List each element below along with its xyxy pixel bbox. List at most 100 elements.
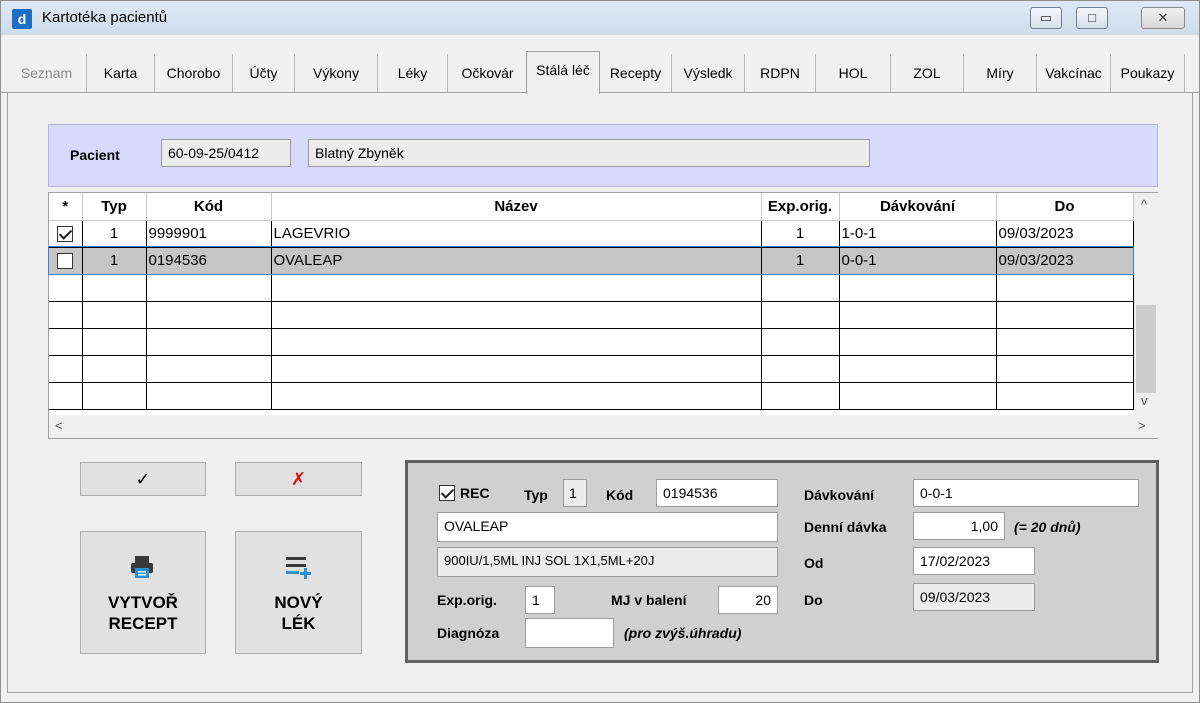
header-exp-orig[interactable]: Exp.orig. — [761, 193, 840, 221]
cell-typ[interactable]: 1 — [82, 220, 147, 248]
medication-grid: * Typ Kód Název Exp.orig. Dávkování Do 1… — [48, 192, 1158, 439]
tab-vysledky[interactable]: Výsledk — [672, 54, 745, 92]
minimize-button[interactable]: ▭ — [1030, 7, 1062, 29]
close-button[interactable]: ✕ — [1141, 7, 1185, 29]
diagnoza-field[interactable] — [525, 618, 614, 648]
cell-davkovani[interactable]: 1-0-1 — [839, 220, 997, 248]
denni-davka-label: Denní dávka — [804, 519, 887, 535]
cell-typ[interactable]: 1 — [82, 247, 147, 275]
tab-seznam[interactable]: Seznam — [7, 54, 87, 92]
scroll-down-icon[interactable]: v — [1141, 393, 1148, 408]
empty-row[interactable] — [49, 355, 1134, 383]
typ-field[interactable]: 1 — [563, 479, 587, 507]
header-nazev[interactable]: Název — [271, 193, 762, 221]
new-drug-button[interactable]: NOVÝ LÉK — [235, 531, 362, 654]
scroll-right-icon[interactable]: > — [1138, 418, 1146, 433]
mj-baleni-field[interactable]: 20 — [718, 586, 778, 614]
tab-karta[interactable]: Karta — [87, 54, 155, 92]
empty-row[interactable] — [49, 301, 1134, 329]
header-kod[interactable]: Kód — [146, 193, 272, 221]
kod-field[interactable]: 0194536 — [656, 479, 778, 507]
drug-name-field[interactable]: OVALEAP — [437, 512, 778, 542]
vertical-scrollbar[interactable]: ^ v — [1134, 193, 1158, 415]
davkovani-field[interactable]: 0-0-1 — [913, 479, 1139, 507]
tab-ockovani[interactable]: Očkovár — [448, 54, 528, 92]
kod-label: Kód — [606, 487, 634, 503]
cell-kod[interactable]: 0194536 — [146, 247, 272, 275]
medication-detail-panel: REC Typ 1 Kód 0194536 OVALEAP 900IU/1,5M… — [405, 460, 1159, 663]
table-row[interactable]: 1 9999901 LAGEVRIO 1 1-0-1 09/03/2023 — [49, 220, 1134, 248]
denni-davka-note: (= 20 dnů) — [1014, 519, 1081, 535]
patient-label: Pacient — [70, 147, 120, 163]
od-label: Od — [804, 555, 824, 571]
tab-vykony[interactable]: Výkony — [295, 54, 378, 92]
empty-row[interactable] — [49, 274, 1134, 302]
printer-icon — [131, 556, 153, 578]
empty-row[interactable] — [49, 382, 1134, 410]
table-header-row: * Typ Kód Název Exp.orig. Dávkování Do — [49, 193, 1134, 221]
row-checkbox-cell[interactable] — [49, 220, 83, 248]
checkmark-icon: ✓ — [135, 469, 151, 489]
tab-ucty[interactable]: Účty — [233, 54, 295, 92]
typ-label: Typ — [524, 487, 548, 503]
tab-rdpn[interactable]: RDPN — [745, 54, 816, 92]
minimize-icon: ▭ — [1039, 10, 1053, 25]
empty-row[interactable] — [49, 328, 1134, 356]
add-list-icon — [286, 557, 311, 579]
tab-hol[interactable]: HOL — [816, 54, 891, 92]
header-select[interactable]: * — [49, 193, 83, 221]
create-recipe-button[interactable]: VYTVOŘ RECEPT — [80, 531, 206, 654]
tab-stala-lecba[interactable]: Stálá léč — [526, 51, 600, 94]
scroll-up-icon[interactable]: ^ — [1141, 197, 1147, 212]
patient-name-field[interactable]: Blatný Zbyněk — [308, 139, 870, 167]
tab-poukazy[interactable]: Poukazy — [1111, 54, 1185, 92]
new-drug-label-1: NOVÝ — [274, 593, 323, 612]
drug-description-field[interactable]: 900IU/1,5ML INJ SOL 1X1,5ML+20J — [437, 547, 778, 577]
cell-exp-orig[interactable]: 1 — [761, 247, 840, 275]
row-checkbox[interactable] — [57, 253, 74, 270]
cell-do[interactable]: 09/03/2023 — [996, 247, 1134, 275]
mj-baleni-label: MJ v balení — [611, 592, 687, 608]
cell-kod[interactable]: 9999901 — [146, 220, 272, 248]
scroll-left-icon[interactable]: < — [55, 418, 63, 433]
medication-table: * Typ Kód Název Exp.orig. Dávkování Do 1… — [48, 193, 1134, 410]
tab-chorobopis[interactable]: Chorobo — [155, 54, 233, 92]
cross-icon: ✗ — [290, 469, 307, 489]
rec-label: REC — [460, 485, 490, 501]
cell-exp-orig[interactable]: 1 — [761, 220, 840, 248]
patient-panel: Pacient 60-09-25/0412 Blatný Zbyněk — [48, 124, 1158, 187]
cell-nazev[interactable]: LAGEVRIO — [271, 220, 762, 248]
patient-id-field[interactable]: 60-09-25/0412 — [161, 139, 291, 167]
tab-leky[interactable]: Léky — [378, 54, 448, 92]
cell-do[interactable]: 09/03/2023 — [996, 220, 1134, 248]
main-window: d Kartotéka pacientů ▭ □ ✕ Seznam Karta … — [0, 0, 1200, 703]
header-do[interactable]: Do — [996, 193, 1134, 221]
rec-checkbox[interactable] — [439, 485, 455, 501]
row-checkbox[interactable] — [57, 226, 74, 243]
maximize-button[interactable]: □ — [1076, 7, 1108, 29]
do-label: Do — [804, 592, 823, 608]
app-icon: d — [12, 9, 32, 29]
title-bar: d Kartotéka pacientů ▭ □ ✕ — [1, 1, 1199, 35]
cancel-button[interactable]: ✗ — [235, 462, 362, 496]
header-typ[interactable]: Typ — [82, 193, 147, 221]
denni-davka-field[interactable]: 1,00 — [913, 512, 1005, 540]
vertical-scroll-thumb[interactable] — [1136, 305, 1156, 393]
diagnoza-label: Diagnóza — [437, 625, 500, 641]
cell-nazev[interactable]: OVALEAP — [271, 247, 762, 275]
confirm-button[interactable]: ✓ — [80, 462, 206, 496]
cell-davkovani[interactable]: 0-0-1 — [839, 247, 997, 275]
create-recipe-label-1: VYTVOŘ — [108, 593, 178, 612]
tab-miry[interactable]: Míry — [964, 54, 1037, 92]
table-row-selected[interactable]: 1 0194536 OVALEAP 1 0-0-1 09/03/2023 — [48, 246, 1134, 275]
od-field[interactable]: 17/02/2023 — [913, 547, 1035, 575]
tab-zol[interactable]: ZOL — [891, 54, 964, 92]
horizontal-scrollbar[interactable]: < > — [49, 415, 1158, 438]
row-checkbox-cell[interactable] — [49, 247, 83, 275]
do-field[interactable]: 09/03/2023 — [913, 583, 1035, 611]
header-davkovani[interactable]: Dávkování — [839, 193, 997, 221]
tab-vakcinace[interactable]: Vakcínac — [1037, 54, 1111, 92]
exp-orig-field[interactable]: 1 — [525, 586, 555, 614]
maximize-icon: □ — [1088, 10, 1096, 25]
tab-recepty[interactable]: Recepty — [600, 54, 672, 92]
